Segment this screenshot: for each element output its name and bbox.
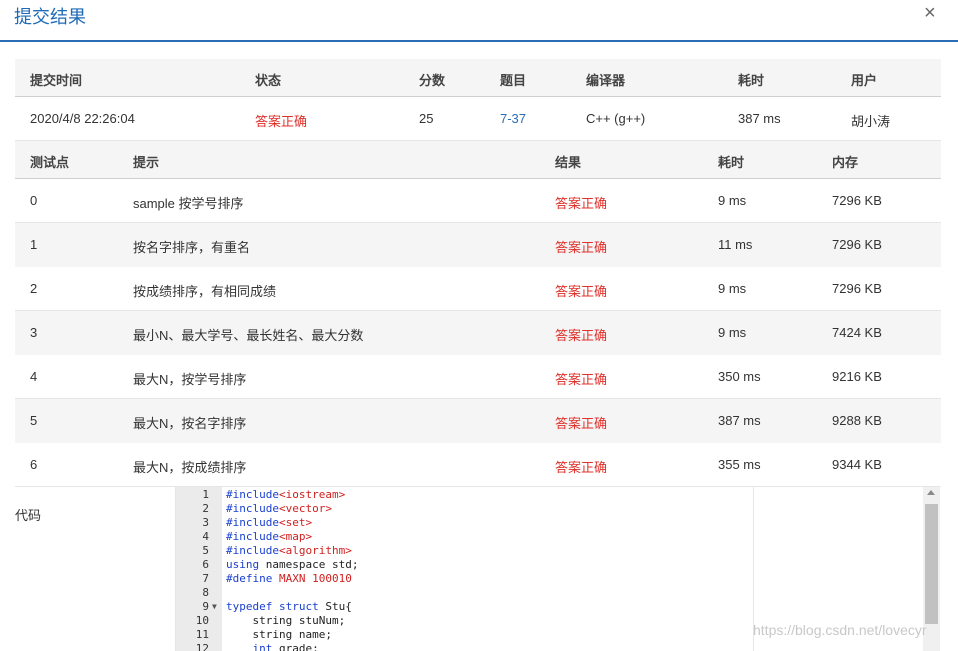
close-icon[interactable]: × bbox=[924, 2, 936, 25]
line-number: 9 bbox=[202, 600, 209, 613]
header-user: 用户 bbox=[851, 73, 878, 88]
case-id: 1 bbox=[30, 237, 38, 252]
elapsed-value: 387 ms bbox=[738, 111, 781, 126]
user-value: 胡小涛 bbox=[851, 114, 891, 129]
line-number: 7 bbox=[202, 572, 209, 585]
code-line: #include<iostream> bbox=[226, 488, 346, 501]
line-number: 11 bbox=[195, 628, 209, 641]
line-number: 5 bbox=[202, 544, 209, 557]
compiler-value: C++ (g++) bbox=[586, 111, 646, 126]
line-number: 2 bbox=[202, 502, 209, 515]
code-line: typedef struct Stu{ bbox=[226, 600, 352, 613]
case-memory: 7296 KB bbox=[832, 237, 882, 252]
case-hint: 最大N，按名字排序 bbox=[133, 416, 247, 431]
case-result: 答案正确 bbox=[555, 240, 608, 255]
case-time: 9 ms bbox=[718, 325, 747, 340]
code-line: #include<vector> bbox=[226, 502, 332, 515]
case-time: 355 ms bbox=[718, 457, 761, 472]
case-id: 4 bbox=[30, 369, 38, 384]
case-hint: 按成绩排序，有相同成绩 bbox=[133, 284, 277, 299]
case-id: 0 bbox=[30, 193, 38, 208]
case-memory: 7296 KB bbox=[832, 281, 882, 296]
header-submit-time: 提交时间 bbox=[30, 73, 83, 88]
submit-time: 2020/4/8 22:26:04 bbox=[30, 111, 135, 126]
case-id: 5 bbox=[30, 413, 38, 428]
dialog-title: 提交结果 bbox=[14, 7, 86, 27]
case-hint: 最大N，按成绩排序 bbox=[133, 460, 247, 475]
case-result: 答案正确 bbox=[555, 416, 608, 431]
table-row: 2 按成绩排序，有相同成绩 答案正确 9 ms 7296 KB bbox=[15, 267, 941, 311]
case-time: 11 ms bbox=[718, 237, 753, 252]
line-number: 6 bbox=[202, 558, 209, 571]
code-line: int grade; bbox=[252, 642, 319, 651]
header-elapsed: 耗时 bbox=[738, 73, 765, 88]
case-time: 350 ms bbox=[718, 369, 761, 384]
code-line: using namespace std; bbox=[226, 558, 359, 571]
watermark: https://blog.csdn.net/lovecyr bbox=[753, 622, 927, 638]
line-number: 8 bbox=[202, 586, 209, 599]
line-number: 4 bbox=[202, 530, 209, 543]
case-hint: 最大N，按学号排序 bbox=[133, 372, 247, 387]
line-number: 3 bbox=[202, 516, 209, 529]
case-memory: 7424 KB bbox=[832, 325, 882, 340]
scroll-up-arrow-icon[interactable] bbox=[927, 490, 935, 495]
case-id: 2 bbox=[30, 281, 38, 296]
code-line: #include<map> bbox=[226, 530, 313, 543]
code-line: string name; bbox=[226, 628, 332, 641]
scroll-thumb[interactable] bbox=[925, 504, 938, 624]
case-time: 9 ms bbox=[718, 281, 747, 296]
header-status: 状态 bbox=[255, 73, 282, 88]
header-score: 分数 bbox=[419, 73, 446, 88]
code-line: string stuNum; bbox=[226, 614, 346, 627]
code-line: #define MAXN 100010 bbox=[226, 572, 352, 585]
case-time: 9 ms bbox=[718, 193, 747, 208]
line-number: 1 bbox=[202, 488, 209, 501]
problem-link[interactable]: 7-37 bbox=[500, 111, 526, 126]
header-result: 结果 bbox=[555, 155, 582, 170]
fold-arrow-icon[interactable]: ▼ bbox=[212, 600, 217, 614]
case-result: 答案正确 bbox=[555, 284, 608, 299]
table-row: 5 最大N，按名字排序 答案正确 387 ms 9288 KB bbox=[15, 399, 941, 443]
case-hint: sample 按学号排序 bbox=[133, 196, 244, 211]
header-compiler: 编译器 bbox=[586, 73, 626, 88]
table-row: 6 最大N，按成绩排序 答案正确 355 ms 9344 KB bbox=[15, 443, 941, 487]
score-value: 25 bbox=[419, 111, 434, 126]
case-hint: 按名字排序，有重名 bbox=[133, 240, 251, 255]
header-hint: 提示 bbox=[133, 155, 160, 170]
case-memory: 7296 KB bbox=[832, 193, 882, 208]
case-result: 答案正确 bbox=[555, 372, 608, 387]
header-time: 耗时 bbox=[718, 155, 745, 170]
line-number: 10 bbox=[195, 614, 209, 627]
case-hint: 最小N、最大学号、最长姓名、最大分数 bbox=[133, 328, 364, 343]
code-line: #include<algorithm> bbox=[226, 544, 352, 557]
table-row: 4 最大N，按学号排序 答案正确 350 ms 9216 KB bbox=[15, 355, 941, 399]
table-row: 1 按名字排序，有重名 答案正确 11 ms 7296 KB bbox=[15, 223, 941, 267]
code-line: #include<set> bbox=[226, 516, 313, 529]
case-id: 3 bbox=[30, 325, 38, 340]
case-result: 答案正确 bbox=[555, 328, 608, 343]
code-label: 代码 bbox=[15, 508, 42, 523]
summary-header-row: 提交时间 状态 分数 题目 编译器 耗时 用户 bbox=[15, 59, 941, 97]
header-case: 测试点 bbox=[30, 155, 70, 170]
case-memory: 9216 KB bbox=[832, 369, 882, 384]
header-problem: 题目 bbox=[500, 73, 527, 88]
case-memory: 9344 KB bbox=[832, 457, 882, 472]
case-memory: 9288 KB bbox=[832, 413, 882, 428]
line-number: 12 bbox=[195, 642, 209, 651]
summary-row: 2020/4/8 22:26:04 答案正确 25 7-37 C++ (g++)… bbox=[15, 97, 941, 141]
case-result: 答案正确 bbox=[555, 460, 608, 475]
case-result: 答案正确 bbox=[555, 196, 608, 211]
testcase-header-row: 测试点 提示 结果 耗时 内存 bbox=[15, 141, 941, 179]
header-memory: 内存 bbox=[832, 155, 859, 170]
table-row: 3 最小N、最大学号、最长姓名、最大分数 答案正确 9 ms 7424 KB bbox=[15, 311, 941, 355]
dialog-header: 提交结果 × bbox=[0, 0, 958, 42]
status-badge: 答案正确 bbox=[255, 114, 308, 129]
table-row: 0 sample 按学号排序 答案正确 9 ms 7296 KB bbox=[15, 179, 941, 223]
case-time: 387 ms bbox=[718, 413, 761, 428]
case-id: 6 bbox=[30, 457, 38, 472]
